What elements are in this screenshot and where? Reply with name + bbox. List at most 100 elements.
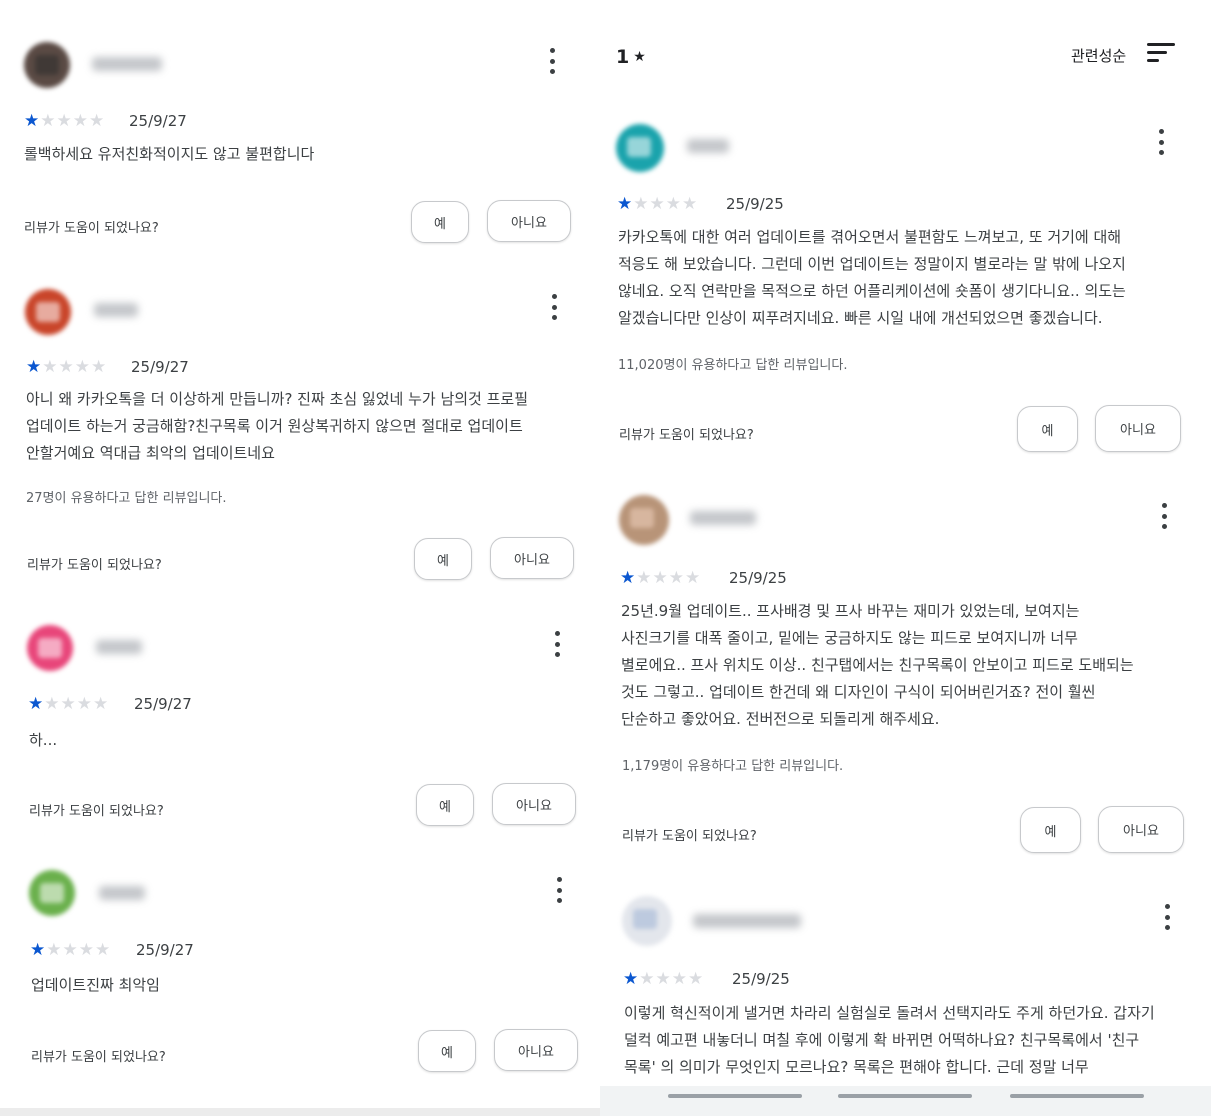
nav-handle[interactable] <box>838 1094 972 1098</box>
star-empty-icon: ★ <box>685 568 701 588</box>
right-review-column: 1 ★ 관련성순 ★ ★ ★ ★ ★ 25/9/25 카카오톡에 대한 여러 업… <box>600 0 1211 1116</box>
more-vert-icon[interactable] <box>1154 499 1174 533</box>
more-vert-icon[interactable] <box>544 290 564 324</box>
helpful-question: 리뷰가 도움이 되었나요? <box>622 829 757 844</box>
reviewer-name <box>94 303 138 317</box>
star-empty-icon: ★ <box>62 940 78 960</box>
star-rating: ★ ★ ★ ★ ★ <box>28 696 108 713</box>
star-empty-icon: ★ <box>652 568 668 588</box>
star-empty-icon: ★ <box>72 111 88 131</box>
star-empty-icon: ★ <box>671 969 687 989</box>
helpful-question: 리뷰가 도움이 되었나요? <box>24 221 159 236</box>
star-icon: ★ <box>633 49 646 65</box>
helpful-question: 리뷰가 도움이 되었나요? <box>27 558 162 573</box>
star-filled-icon: ★ <box>620 568 636 588</box>
star-empty-icon: ★ <box>42 357 58 377</box>
helpful-yes-button[interactable]: 예 <box>1020 807 1081 853</box>
reviewer-name <box>690 511 756 525</box>
review-date: 25/9/27 <box>129 112 187 130</box>
star-empty-icon: ★ <box>44 694 60 714</box>
helpful-yes-button[interactable]: 예 <box>418 1030 476 1072</box>
review-text: 25년.9월 업데이트.. 프사배경 및 프사 바꾸는 재미가 있었는데, 보여… <box>621 602 1134 728</box>
star-empty-icon: ★ <box>78 940 94 960</box>
star-empty-icon: ★ <box>58 357 74 377</box>
helpful-yes-button[interactable]: 예 <box>1017 406 1078 452</box>
star-filled-icon: ★ <box>617 194 633 214</box>
nav-handle[interactable] <box>668 1094 802 1098</box>
more-vert-icon[interactable] <box>1151 125 1171 159</box>
helpful-no-button[interactable]: 아니요 <box>490 537 574 579</box>
rating-filter-chip[interactable]: 1 ★ <box>616 46 646 68</box>
bottom-edge <box>0 1108 600 1116</box>
avatar <box>619 495 669 545</box>
review-text: 카카오톡에 대한 여러 업데이트를 겪어오면서 불편함도 느껴보고, 또 거기에… <box>618 228 1126 327</box>
helpful-yes-button[interactable]: 예 <box>414 538 472 580</box>
avatar <box>27 625 73 671</box>
avatar <box>616 124 664 172</box>
star-empty-icon: ★ <box>56 111 72 131</box>
reviewer-name <box>687 139 729 153</box>
helpful-question: 리뷰가 도움이 되었나요? <box>31 1050 166 1065</box>
more-vert-icon[interactable] <box>547 627 567 661</box>
sort-icon[interactable] <box>1147 42 1175 64</box>
reviewer-name <box>96 640 142 654</box>
star-empty-icon: ★ <box>639 969 655 989</box>
star-empty-icon: ★ <box>636 568 652 588</box>
rating-filter-value: 1 <box>616 46 630 68</box>
star-rating: ★ ★ ★ ★ ★ <box>617 196 697 213</box>
star-filled-icon: ★ <box>28 694 44 714</box>
star-filled-icon: ★ <box>623 969 639 989</box>
star-empty-icon: ★ <box>93 694 109 714</box>
star-empty-icon: ★ <box>91 357 107 377</box>
avatar <box>622 896 672 946</box>
star-empty-icon: ★ <box>60 694 76 714</box>
helpful-yes-button[interactable]: 예 <box>411 201 469 243</box>
helpful-question: 리뷰가 도움이 되었나요? <box>619 428 754 443</box>
reviewer-name <box>99 886 145 900</box>
star-empty-icon: ★ <box>665 194 681 214</box>
more-vert-icon[interactable] <box>1157 900 1177 934</box>
review-date: 25/9/27 <box>136 941 194 959</box>
star-empty-icon: ★ <box>74 357 90 377</box>
star-empty-icon: ★ <box>649 194 665 214</box>
star-filled-icon: ★ <box>24 111 40 131</box>
star-filled-icon: ★ <box>30 940 46 960</box>
review-text: 이렇게 혁신적이게 낼거면 차라리 실험실로 돌려서 선택지라도 주게 하던가요… <box>624 1004 1155 1076</box>
star-rating: ★ ★ ★ ★ ★ <box>623 971 703 988</box>
star-empty-icon: ★ <box>633 194 649 214</box>
helpful-count: 1,179명이 유용하다고 답한 리뷰입니다. <box>622 759 844 774</box>
helpful-no-button[interactable]: 아니요 <box>487 200 571 242</box>
review-text: 업데이트진짜 최악임 <box>31 976 160 994</box>
avatar <box>29 870 75 916</box>
nav-handle[interactable] <box>1010 1094 1144 1098</box>
star-empty-icon: ★ <box>46 940 62 960</box>
reviewer-name <box>693 914 801 928</box>
helpful-question: 리뷰가 도움이 되었나요? <box>29 804 164 819</box>
star-rating: ★ ★ ★ ★ ★ <box>620 570 700 587</box>
star-empty-icon: ★ <box>682 194 698 214</box>
star-empty-icon: ★ <box>688 969 704 989</box>
avatar <box>25 289 71 335</box>
bottom-navigation-bar <box>600 1086 1211 1116</box>
helpful-no-button[interactable]: 아니요 <box>1098 806 1184 853</box>
helpful-yes-button[interactable]: 예 <box>416 784 474 826</box>
left-review-column: ★ ★ ★ ★ ★ 25/9/27 롤백하세요 유저친화적이지도 않고 불편합니… <box>0 0 600 1116</box>
helpful-no-button[interactable]: 아니요 <box>492 783 576 825</box>
helpful-count: 11,020명이 유용하다고 답한 리뷰입니다. <box>618 358 848 373</box>
review-date: 25/9/25 <box>726 195 784 213</box>
reviewer-name <box>92 57 162 71</box>
star-rating: ★ ★ ★ ★ ★ <box>26 359 106 376</box>
sort-label[interactable]: 관련성순 <box>1071 45 1126 66</box>
star-empty-icon: ★ <box>95 940 111 960</box>
helpful-no-button[interactable]: 아니요 <box>494 1029 578 1071</box>
star-empty-icon: ★ <box>655 969 671 989</box>
star-filled-icon: ★ <box>26 357 42 377</box>
helpful-count: 27명이 유용하다고 답한 리뷰입니다. <box>26 491 227 506</box>
review-date: 25/9/25 <box>729 569 787 587</box>
more-vert-icon[interactable] <box>549 873 569 907</box>
helpful-no-button[interactable]: 아니요 <box>1095 405 1181 452</box>
more-vert-icon[interactable] <box>542 44 562 78</box>
review-text: 아니 왜 카카오톡을 더 이상하게 만듭니까? 진짜 초심 잃었네 누가 남의것… <box>26 390 529 462</box>
review-date: 25/9/27 <box>134 695 192 713</box>
star-empty-icon: ★ <box>76 694 92 714</box>
